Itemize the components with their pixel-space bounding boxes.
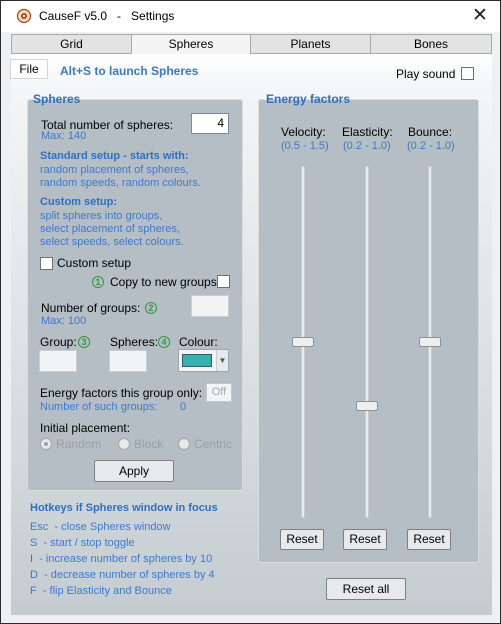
chevron-down-icon: ▼ [216,350,228,371]
total-spheres-input[interactable]: 4 [191,113,229,134]
elasticity-label: Elasticity: [342,125,393,139]
play-sound-label: Play sound [396,67,456,81]
launch-hint: Alt+S to launch Spheres [60,64,199,78]
hotkeys-title: Hotkeys if Spheres window in focus [30,502,218,514]
close-button[interactable]: ✕ [464,3,496,29]
step-marker-4: 4 [158,336,170,348]
initial-placement-label: Initial placement: [40,421,131,435]
energy-factors-title: Energy factors [266,92,351,106]
elasticity-slider-track[interactable] [365,166,369,518]
app-icon [16,8,32,24]
velocity-slider-thumb[interactable] [292,337,314,347]
velocity-range: (0.5 - 1.5) [281,140,329,152]
elasticity-reset-button[interactable]: Reset [343,529,387,550]
number-of-groups-label: Number of groups: [41,301,141,315]
custom-setup-line: split spheres into groups, [40,210,163,222]
apply-button[interactable]: Apply [94,460,174,482]
step-marker-1: 1 [92,276,104,288]
play-sound-checkbox[interactable] [461,67,474,80]
tab-grid[interactable]: Grid [11,34,132,54]
tab-bones[interactable]: Bones [370,34,492,54]
energy-this-group-toggle[interactable]: Off [206,383,232,402]
hotkey-item: F - flip Elasticity and Bounce [30,585,172,597]
bounce-label: Bounce: [408,125,453,139]
colour-swatch [182,354,212,367]
elasticity-slider-thumb[interactable] [356,401,378,411]
energy-this-group-label: Energy factors this group only: [40,386,203,400]
placement-random-radio[interactable] [40,438,52,450]
copy-to-new-groups-checkbox[interactable] [217,275,230,288]
step-marker-3: 3 [78,336,90,348]
placement-centric-label: Centric [194,437,233,451]
custom-setup-label: Custom setup [57,256,132,270]
custom-setup-line: select speeds, select colours. [40,236,184,248]
placement-centric-radio[interactable] [178,438,190,450]
standard-setup-line: random speeds, random colours. [40,177,201,189]
step-marker-2: 2 [145,302,157,314]
placement-random-label: Random [56,437,102,451]
title-bar: CauseF v5.0 - Settings ✕ [1,1,500,32]
reset-all-button[interactable]: Reset all [326,578,406,600]
number-of-groups-input[interactable] [191,295,229,317]
velocity-label: Velocity: [281,125,326,139]
hotkey-item: S - start / stop toggle [30,537,135,549]
hotkey-item: D - decrease number of spheres by 4 [30,569,215,581]
group-label: Group: [40,335,77,349]
colour-picker[interactable]: ▼ [178,349,229,372]
bounce-reset-button[interactable]: Reset [407,529,451,550]
custom-setup-title: Custom setup: [40,196,117,208]
bounce-range: (0.2 - 1.0) [407,140,455,152]
spheres-group-title: Spheres [33,92,81,106]
settings-window: CauseF v5.0 - Settings ✕ Grid Spheres Pl… [0,0,501,624]
bounce-slider-thumb[interactable] [419,337,441,347]
group-input[interactable] [39,350,77,372]
hotkey-item: Esc - close Spheres window [30,521,171,533]
number-of-groups-max: Max: 100 [41,315,87,327]
tab-spheres[interactable]: Spheres [131,34,251,54]
spheres-count-label: Spheres: [110,335,159,349]
close-icon: ✕ [472,5,488,26]
such-groups-value: 0 [180,401,187,413]
hotkey-item: I - increase number of spheres by 10 [30,553,213,565]
total-spheres-max: Max: 140 [41,130,87,142]
placement-block-label: Block [134,437,164,451]
tab-planets[interactable]: Planets [250,34,371,54]
tab-bar: Grid Spheres Planets Bones [11,34,492,54]
spheres-count-input[interactable] [109,350,147,372]
placement-block-radio[interactable] [118,438,130,450]
file-menu[interactable]: File [10,59,48,79]
copy-to-new-groups-label: Copy to new groups: [110,275,221,289]
window-title: CauseF v5.0 - Settings [39,9,175,23]
velocity-reset-button[interactable]: Reset [280,529,324,550]
elasticity-range: (0.2 - 1.0) [343,140,391,152]
standard-setup-title: Standard setup - starts with: [40,150,189,162]
such-groups-label: Number of such groups: [40,401,158,413]
custom-setup-line: select placement of spheres, [40,223,181,235]
custom-setup-checkbox[interactable] [40,257,53,270]
standard-setup-line: random placement of spheres, [40,164,189,176]
colour-label: Colour: [179,335,218,349]
